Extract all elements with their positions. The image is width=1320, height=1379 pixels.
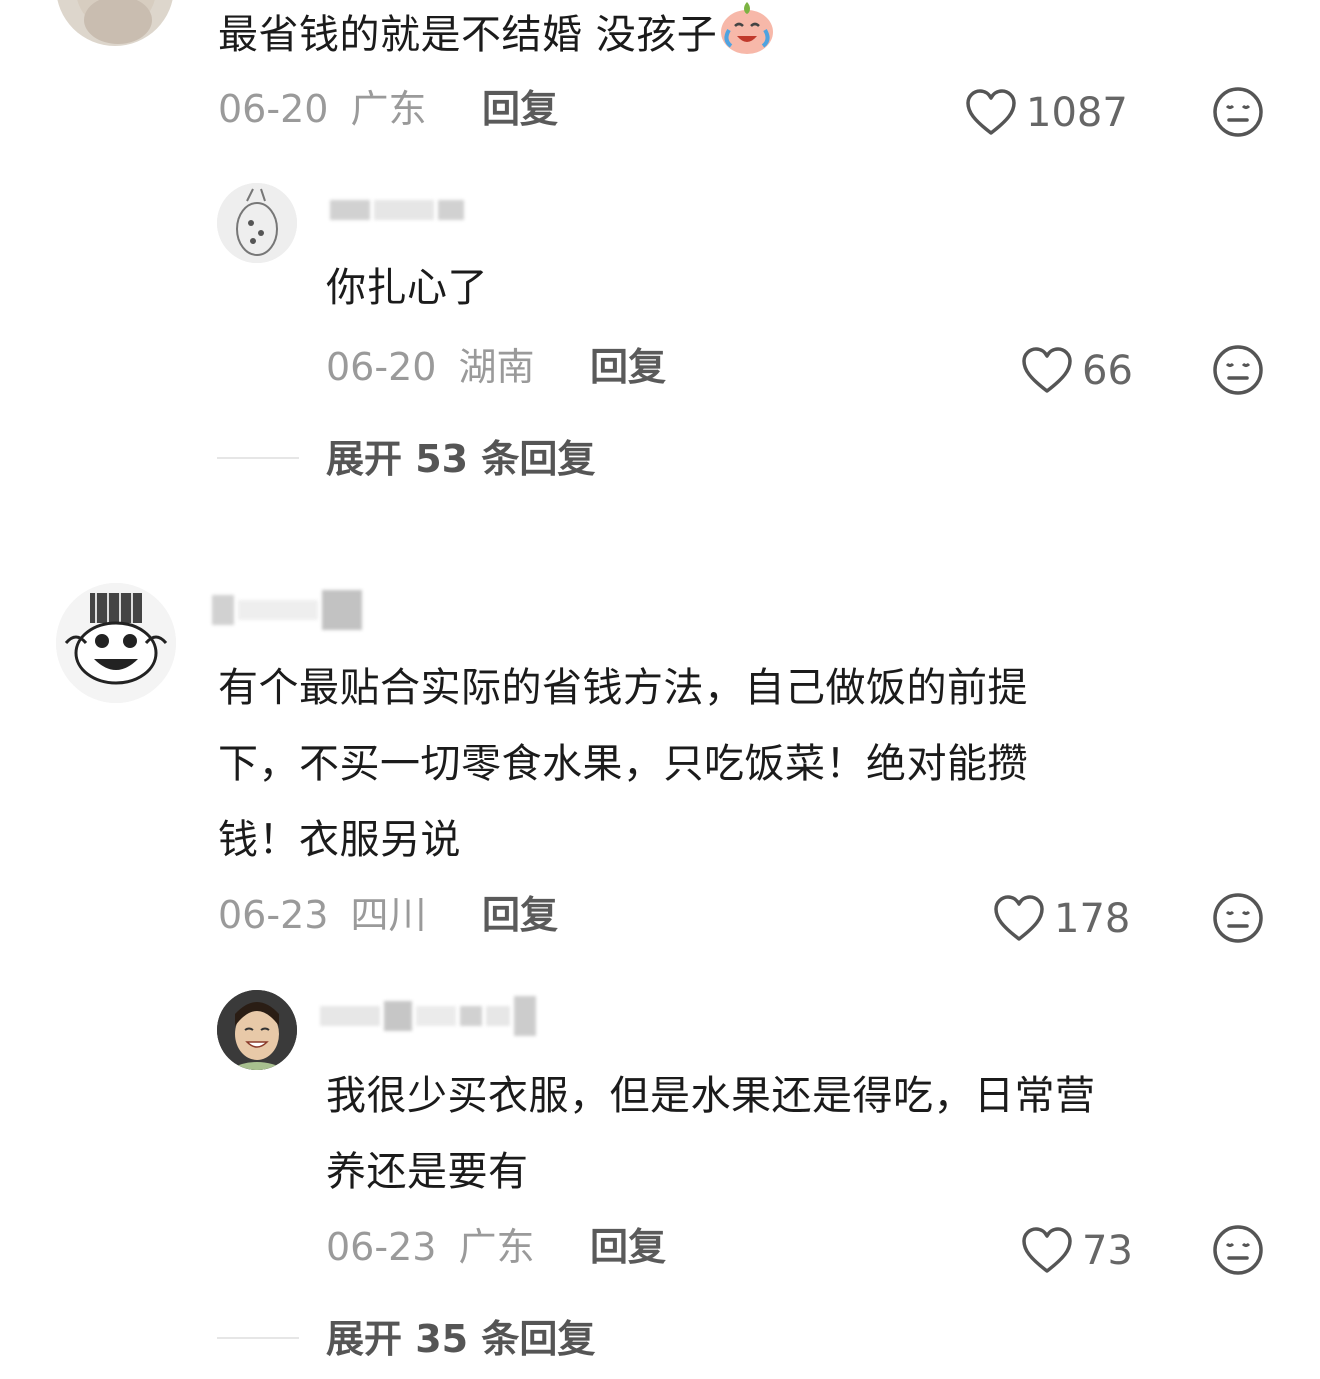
like-button[interactable]: 1087 <box>964 88 1128 138</box>
like-count: 178 <box>1054 896 1131 942</box>
reply-location: 湖南 <box>458 345 535 389</box>
like-count: 73 <box>1082 1228 1133 1274</box>
avatar[interactable] <box>217 183 297 263</box>
comment-meta: 06-20 广东 <box>218 84 427 134</box>
comment-meta: 06-23 四川 <box>218 890 427 940</box>
reply-date: 06-23 <box>326 1225 437 1269</box>
neutral-face-icon[interactable] <box>1212 892 1264 944</box>
expand-divider <box>217 1337 299 1339</box>
comment-location: 四川 <box>350 893 427 937</box>
reply-text-line: 我很少买衣服，但是水果还是得吃，日常营 <box>326 1073 1096 1119</box>
neutral-face-icon[interactable] <box>1212 86 1264 138</box>
avatar[interactable] <box>217 990 297 1070</box>
expand-replies-button[interactable]: 展开 35 条回复 <box>326 1314 595 1364</box>
comment-text-line: 下，不买一切零食水果，只吃饭菜！绝对能攒 <box>218 741 1028 787</box>
comment-text: 最省钱的就是不结婚 没孩子 <box>218 0 777 73</box>
reply-button[interactable]: 回复 <box>590 1222 666 1272</box>
heart-outline-icon <box>966 89 1016 135</box>
username-blurred[interactable] <box>212 590 362 630</box>
like-button[interactable]: 73 <box>1020 1226 1133 1276</box>
avatar[interactable] <box>56 0 174 46</box>
comment-text-line: 钱！衣服另说 <box>218 817 461 863</box>
expand-replies-button[interactable]: 展开 53 条回复 <box>326 434 595 484</box>
comment-date: 06-20 <box>218 87 329 131</box>
reply-meta: 06-20 湖南 <box>326 342 535 392</box>
reply-meta: 06-23 广东 <box>326 1222 535 1272</box>
username-blurred[interactable] <box>330 190 464 230</box>
reply-text: 我很少买衣服，但是水果还是得吃，日常营 养还是要有 <box>326 1058 1096 1210</box>
reply-text: 你扎心了 <box>326 265 488 311</box>
username-blurred[interactable] <box>320 996 536 1036</box>
neutral-face-icon[interactable] <box>1212 344 1264 396</box>
like-button[interactable]: 66 <box>1020 346 1133 396</box>
avatar[interactable] <box>56 583 176 703</box>
expand-divider <box>217 457 299 459</box>
comment-location: 广东 <box>350 87 427 131</box>
comment-text: 有个最贴合实际的省钱方法，自己做饭的前提 下，不买一切零食水果，只吃饭菜！绝对能… <box>218 650 1028 878</box>
like-button[interactable]: 178 <box>992 894 1130 944</box>
reply-text-line: 养还是要有 <box>326 1149 529 1195</box>
reply-date: 06-20 <box>326 345 437 389</box>
heart-outline-icon <box>1022 347 1072 393</box>
reply-button[interactable]: 回复 <box>482 890 558 940</box>
comment-date: 06-23 <box>218 893 329 937</box>
crying-laughing-peach-emoji <box>721 2 774 54</box>
comment-text-line: 有个最贴合实际的省钱方法，自己做饭的前提 <box>218 665 1028 711</box>
heart-outline-icon <box>1022 1227 1072 1273</box>
like-count: 1087 <box>1026 90 1128 136</box>
heart-outline-icon <box>994 895 1044 941</box>
reply-button[interactable]: 回复 <box>590 342 666 392</box>
reply-location: 广东 <box>458 1225 535 1269</box>
reply-button[interactable]: 回复 <box>482 84 558 134</box>
neutral-face-icon[interactable] <box>1212 1224 1264 1276</box>
like-count: 66 <box>1082 348 1133 394</box>
